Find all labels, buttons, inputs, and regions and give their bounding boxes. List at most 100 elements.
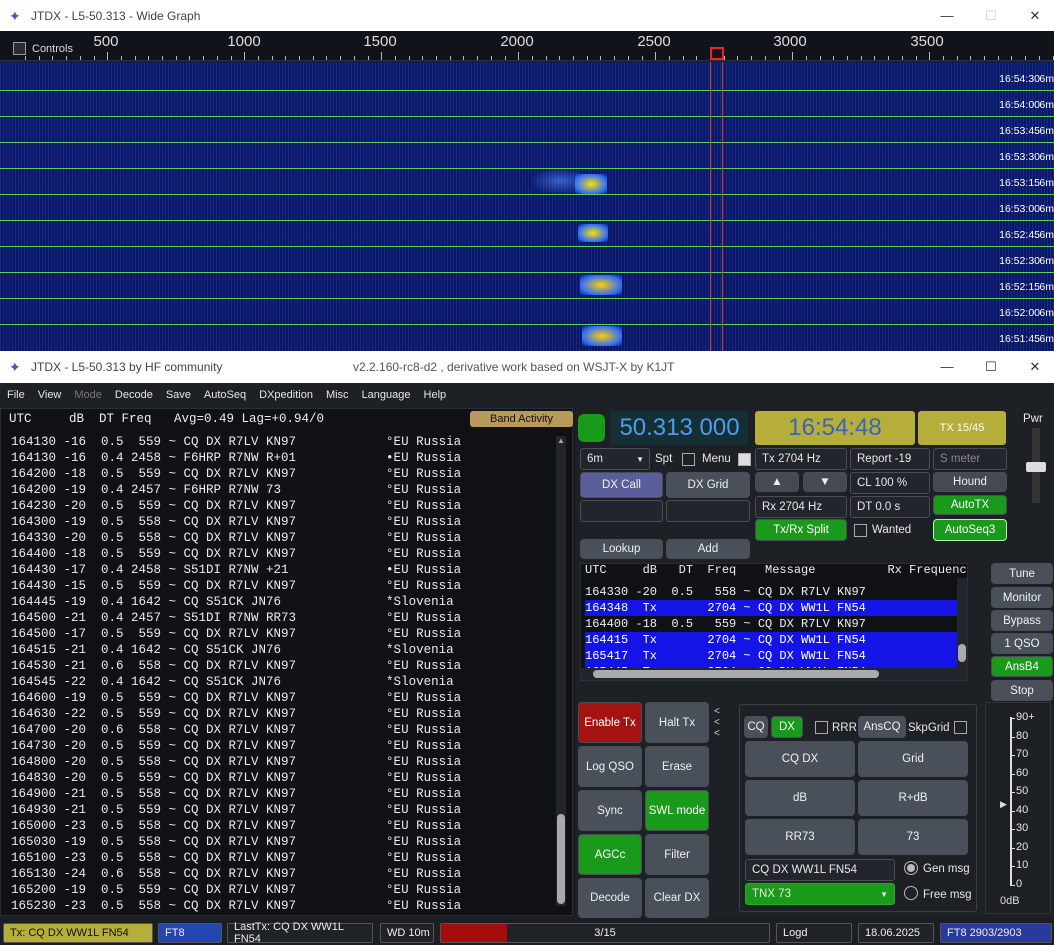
dx-grid-button[interactable]: DX Grid [666, 472, 750, 498]
gen-msg-field[interactable]: CQ DX WW1L FN54 [745, 859, 895, 881]
menu-help[interactable]: Help [417, 389, 453, 401]
dt-spinbox[interactable]: DT 0.0 s [850, 496, 930, 518]
decode-row[interactable]: 164430 -17 0.4 2458 ~ S51DI R7NW +21 •EU… [11, 562, 461, 578]
decode-row[interactable]: 164200 -18 0.5 559 ~ CQ DX R7LV KN97 °EU… [11, 466, 461, 482]
erase-button[interactable]: Erase [645, 746, 709, 787]
decode-row[interactable]: 164530 -21 0.6 558 ~ CQ DX R7LV KN97 °EU… [11, 658, 461, 674]
skpgrid-checkbox[interactable] [954, 721, 967, 734]
minimize-icon[interactable]: — [924, 0, 970, 31]
decode-row[interactable]: 164830 -20 0.5 559 ~ CQ DX R7LV KN97 °EU… [11, 770, 461, 786]
log-qso-button[interactable]: Log QSO [578, 746, 642, 787]
filter-button[interactable]: Filter [645, 834, 709, 875]
menu-view[interactable]: View [31, 389, 68, 401]
band-select[interactable]: 6m ▼ [580, 448, 650, 470]
decode-row[interactable]: 164500 -21 0.4 2457 ~ S51DI R7NW RR73 °E… [11, 610, 461, 626]
decode-row[interactable]: 164630 -22 0.5 559 ~ CQ DX R7LV KN97 °EU… [11, 706, 461, 722]
add-button[interactable]: Add [666, 539, 750, 559]
autoseq3-button[interactable]: AutoSeq3 [933, 519, 1007, 541]
cq-button[interactable]: CQ [744, 716, 768, 738]
menu-autoseq[interactable]: AutoSeq [197, 389, 252, 401]
txrx-split-button[interactable]: Tx/Rx Split [755, 519, 847, 541]
decode-row[interactable]: 165130 -24 0.6 558 ~ CQ DX R7LV KN97 °EU… [11, 866, 461, 882]
decode-row[interactable]: 164330 -20 0.5 558 ~ CQ DX R7LV KN97 °EU… [11, 530, 461, 546]
decode-row[interactable]: 165000 -23 0.5 558 ~ CQ DX R7LV KN97 °EU… [11, 818, 461, 834]
decode-row[interactable]: 164130 -16 0.5 559 ~ CQ DX R7LV KN97 °EU… [11, 434, 461, 450]
seventy-three-button[interactable]: 73 [858, 819, 968, 855]
msg-vscrollbar[interactable] [957, 578, 967, 668]
spt-checkbox[interactable] [682, 453, 695, 466]
menu-checkbox[interactable] [738, 453, 751, 466]
band-activity-button[interactable]: Band Activity [470, 411, 573, 427]
report-spinbox[interactable]: Report -19 [850, 448, 930, 470]
monitor-button[interactable]: Monitor [991, 587, 1053, 608]
anscq-button[interactable]: AnsCQ [858, 716, 906, 738]
decode-row[interactable]: 165230 -23 0.5 558 ~ CQ DX R7LV KN97 °EU… [11, 898, 461, 914]
dial-frequency[interactable]: 50.313 000 [611, 411, 748, 445]
decode-row[interactable]: 164800 -20 0.5 558 ~ CQ DX R7LV KN97 °EU… [11, 754, 461, 770]
menu-dxpedition[interactable]: DXpedition [252, 389, 319, 401]
tx-message-row[interactable]: 164348 Tx 2704 ~ CQ DX WW1L FN54 [585, 600, 965, 616]
tune-button[interactable]: Tune [991, 563, 1053, 584]
cq-dx-button[interactable]: CQ DX [745, 741, 855, 777]
s-meter-field[interactable]: S meter [933, 448, 1007, 470]
freq-up-button[interactable]: ▲ [755, 472, 799, 492]
decode-row[interactable]: 164400 -18 0.5 559 ~ CQ DX R7LV KN97 °EU… [11, 546, 461, 562]
decode-row[interactable]: 164900 -21 0.5 558 ~ CQ DX R7LV KN97 °EU… [11, 786, 461, 802]
sync-button[interactable]: Sync [578, 790, 642, 831]
rr73-button[interactable]: RR73 [745, 819, 855, 855]
rx-message-row[interactable]: 164330 -20 0.5 558 ~ CQ DX R7LV KN97 [585, 584, 965, 600]
close-icon[interactable]: ✕ [1012, 351, 1054, 382]
agcc-button[interactable]: AGCc [578, 834, 642, 875]
decode-row[interactable]: 164130 -16 0.4 2458 ~ F6HRP R7NW R+01 •E… [11, 450, 461, 466]
wanted-checkbox[interactable] [854, 524, 867, 537]
decode-row[interactable]: 164300 -19 0.5 558 ~ CQ DX R7LV KN97 °EU… [11, 514, 461, 530]
lookup-button[interactable]: Lookup [580, 539, 663, 559]
menu-decode[interactable]: Decode [108, 389, 159, 401]
clear-dx-button[interactable]: Clear DX [645, 878, 709, 918]
minimize-icon[interactable]: — [924, 351, 970, 382]
decode-row[interactable]: 164445 -19 0.4 1642 ~ CQ S51CK JN76 *Slo… [11, 594, 454, 610]
tx-period[interactable]: TX 15/45 [918, 411, 1006, 445]
hound-button[interactable]: Hound [933, 472, 1007, 492]
enable-tx-button[interactable]: Enable Tx [578, 702, 642, 743]
one-qso-button[interactable]: 1 QSO [991, 633, 1053, 654]
dx-button[interactable]: DX [771, 716, 803, 738]
decode-row[interactable]: 164230 -20 0.5 559 ~ CQ DX R7LV KN97 °EU… [11, 498, 461, 514]
rx-message-row[interactable]: 164400 -18 0.5 559 ~ CQ DX R7LV KN97 [585, 616, 965, 632]
menu-mode[interactable]: Mode [67, 389, 108, 401]
decode-row[interactable]: 164545 -22 0.4 1642 ~ CQ S51CK JN76 *Slo… [11, 674, 454, 690]
grid-button[interactable]: Grid [858, 741, 968, 777]
decode-row[interactable]: 164430 -15 0.5 559 ~ CQ DX R7LV KN97 °EU… [11, 578, 461, 594]
rrr-checkbox[interactable] [815, 721, 828, 734]
scroll-thumb[interactable] [557, 814, 565, 904]
dx-grid-input[interactable] [666, 500, 750, 522]
decode-row[interactable]: 164200 -19 0.4 2457 ~ F6HRP R7NW 73 °EU … [11, 482, 461, 498]
decode-row[interactable]: 164600 -19 0.5 559 ~ CQ DX R7LV KN97 °EU… [11, 690, 461, 706]
maximize-icon[interactable]: ☐ [968, 351, 1014, 382]
decode-row[interactable]: 165030 -19 0.5 558 ~ CQ DX R7LV KN97 °EU… [11, 834, 461, 850]
decode-row[interactable]: 165200 -19 0.5 559 ~ CQ DX R7LV KN97 °EU… [11, 882, 461, 898]
menu-file[interactable]: File [0, 389, 31, 401]
r-db-button[interactable]: R+dB [858, 780, 968, 816]
waterfall-display[interactable]: 16:54:30 6m 16:54:00 6m 16:53:45 6m 16:53:30 6m… [0, 62, 1054, 351]
decode-row[interactable]: 164730 -20 0.5 559 ~ CQ DX R7LV KN97 °EU… [11, 738, 461, 754]
tx-freq-spinbox[interactable]: Tx 2704 Hz [755, 448, 847, 470]
tx-message-row[interactable]: 165417 Tx 2704 ~ CQ DX WW1L FN54 [585, 648, 965, 664]
cl-spinbox[interactable]: CL 100 % [850, 472, 930, 494]
decode-row[interactable]: 164500 -17 0.5 559 ~ CQ DX R7LV KN97 °EU… [11, 626, 461, 642]
tx-message-row[interactable]: 164415 Tx 2704 ~ CQ DX WW1L FN54 [585, 632, 965, 648]
ansb4-button[interactable]: AnsB4 [991, 656, 1053, 677]
autotx-button[interactable]: AutoTX [933, 495, 1007, 515]
freq-down-button[interactable]: ▼ [803, 472, 847, 492]
decode-button[interactable]: Decode [578, 878, 642, 918]
tx-frequency-marker[interactable] [710, 47, 724, 60]
rx-freq-spinbox[interactable]: Rx 2704 Hz [755, 496, 847, 518]
band-activity-pane[interactable]: UTC dB DT Freq Avg=0.49 Lag=+0.94/0 Band… [0, 408, 573, 916]
dx-call-input[interactable] [580, 500, 663, 522]
maximize-icon[interactable]: ☐ [968, 0, 1014, 31]
hscroll-thumb[interactable] [593, 670, 879, 678]
menu-misc[interactable]: Misc [319, 389, 355, 401]
decode-row[interactable]: 165100 -23 0.5 558 ~ CQ DX R7LV KN97 °EU… [11, 850, 461, 866]
decode-row[interactable]: 164930 -21 0.5 559 ~ CQ DX R7LV KN97 °EU… [11, 802, 461, 818]
free-msg-select[interactable]: TNX 73 ▼ [745, 883, 895, 905]
